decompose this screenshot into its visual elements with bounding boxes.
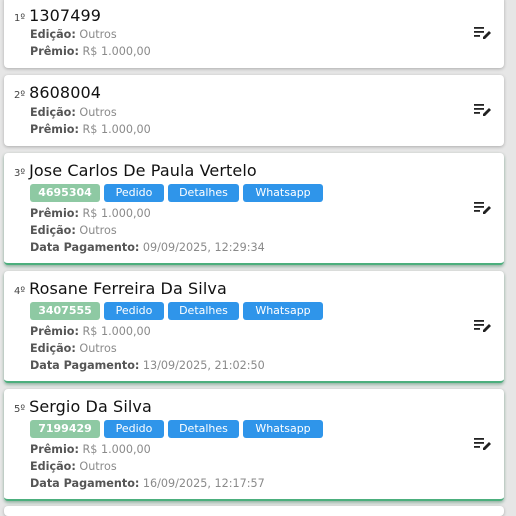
premio-label: Prêmio: <box>30 123 79 136</box>
edicao-value: Outros <box>79 342 117 355</box>
edicao-label: Edição: <box>30 224 76 237</box>
payment-date-value: 16/09/2025, 12:17:57 <box>142 477 265 490</box>
premio-line: Prêmio: R$ 1.000,00 <box>30 207 151 220</box>
winner-card: 2º 8608004 Edição: Outros Prêmio: R$ 1.0… <box>4 75 504 146</box>
payment-date-line: Data Pagamento: 13/09/2025, 21:02:50 <box>30 359 265 372</box>
edicao-line: Edição: Outros <box>30 342 117 355</box>
edicao-line: Edição: Outros <box>30 224 117 237</box>
payment-date-value: 13/09/2025, 21:02:50 <box>142 359 265 372</box>
playlist-edit-icon[interactable] <box>474 319 492 333</box>
edicao-value: Outros <box>79 460 117 473</box>
card-header: 5º Sergio Da Silva <box>14 397 152 416</box>
premio-line: Prêmio: R$ 1.000,00 <box>30 325 151 338</box>
action-row: 4695304 Pedido Detalhes Whatsapp <box>30 184 323 202</box>
premio-value: R$ 1.000,00 <box>82 45 151 58</box>
card-header: 2º 8608004 <box>14 83 101 102</box>
edicao-line: Edição: Outros <box>30 460 117 473</box>
pedido-button[interactable]: Pedido <box>104 184 164 202</box>
card-header: 3º Jose Carlos De Paula Vertelo <box>14 161 257 180</box>
edicao-line: Edição: Outros <box>30 106 117 119</box>
edicao-label: Edição: <box>30 28 76 41</box>
winner-card: 5º Sergio Da Silva 7199429 Pedido Detalh… <box>4 389 504 501</box>
premio-label: Prêmio: <box>30 325 79 338</box>
edicao-label: Edição: <box>30 342 76 355</box>
winner-card: 1º 1307499 Edição: Outros Prêmio: R$ 1.0… <box>4 0 504 68</box>
premio-label: Prêmio: <box>30 207 79 220</box>
premio-line: Prêmio: R$ 1.000,00 <box>30 443 151 456</box>
premio-value: R$ 1.000,00 <box>82 207 151 220</box>
card-title: 8608004 <box>29 83 102 102</box>
winner-card: 3º Jose Carlos De Paula Vertelo 4695304 … <box>4 153 504 265</box>
card-title: Jose Carlos De Paula Vertelo <box>29 161 257 180</box>
playlist-edit-icon[interactable] <box>474 103 492 117</box>
rank: 2º <box>14 90 26 101</box>
premio-label: Prêmio: <box>30 443 79 456</box>
edicao-label: Edição: <box>30 460 76 473</box>
premio-line: Prêmio: R$ 1.000,00 <box>30 123 151 136</box>
next-card-edge <box>4 506 504 516</box>
playlist-edit-icon[interactable] <box>474 26 492 40</box>
edicao-label: Edição: <box>30 106 76 119</box>
payment-date-label: Data Pagamento: <box>30 477 140 490</box>
rank: 3º <box>14 168 26 179</box>
ticket-code-chip: 3407555 <box>30 302 100 320</box>
edicao-value: Outros <box>79 224 117 237</box>
card-header: 1º 1307499 <box>14 6 101 25</box>
action-row: 3407555 Pedido Detalhes Whatsapp <box>30 302 323 320</box>
card-title: Rosane Ferreira Da Silva <box>29 279 227 298</box>
pedido-button[interactable]: Pedido <box>104 302 164 320</box>
edicao-line: Edição: Outros <box>30 28 117 41</box>
detalhes-button[interactable]: Detalhes <box>168 302 239 320</box>
detalhes-button[interactable]: Detalhes <box>168 184 239 202</box>
payment-date-label: Data Pagamento: <box>30 359 140 372</box>
rank: 5º <box>14 404 26 415</box>
pedido-button[interactable]: Pedido <box>104 420 164 438</box>
playlist-edit-icon[interactable] <box>474 437 492 451</box>
card-header: 4º Rosane Ferreira Da Silva <box>14 279 227 298</box>
whatsapp-button[interactable]: Whatsapp <box>243 184 323 202</box>
payment-date-label: Data Pagamento: <box>30 241 140 254</box>
payment-date-line: Data Pagamento: 16/09/2025, 12:17:57 <box>30 477 265 490</box>
edicao-value: Outros <box>79 106 117 119</box>
playlist-edit-icon[interactable] <box>474 201 492 215</box>
payment-date-value: 09/09/2025, 12:29:34 <box>142 241 265 254</box>
action-row: 7199429 Pedido Detalhes Whatsapp <box>30 420 323 438</box>
winner-card: 4º Rosane Ferreira Da Silva 3407555 Pedi… <box>4 271 504 383</box>
ticket-code-chip: 7199429 <box>30 420 100 438</box>
detalhes-button[interactable]: Detalhes <box>168 420 239 438</box>
card-title: 1307499 <box>29 6 102 25</box>
premio-label: Prêmio: <box>30 45 79 58</box>
whatsapp-button[interactable]: Whatsapp <box>243 420 323 438</box>
ticket-code-chip: 4695304 <box>30 184 100 202</box>
whatsapp-button[interactable]: Whatsapp <box>243 302 323 320</box>
premio-value: R$ 1.000,00 <box>82 123 151 136</box>
edicao-value: Outros <box>79 28 117 41</box>
rank: 4º <box>14 286 26 297</box>
premio-value: R$ 1.000,00 <box>82 443 151 456</box>
card-title: Sergio Da Silva <box>29 397 152 416</box>
payment-date-line: Data Pagamento: 09/09/2025, 12:29:34 <box>30 241 265 254</box>
premio-value: R$ 1.000,00 <box>82 325 151 338</box>
rank: 1º <box>14 13 26 24</box>
premio-line: Prêmio: R$ 1.000,00 <box>30 45 151 58</box>
